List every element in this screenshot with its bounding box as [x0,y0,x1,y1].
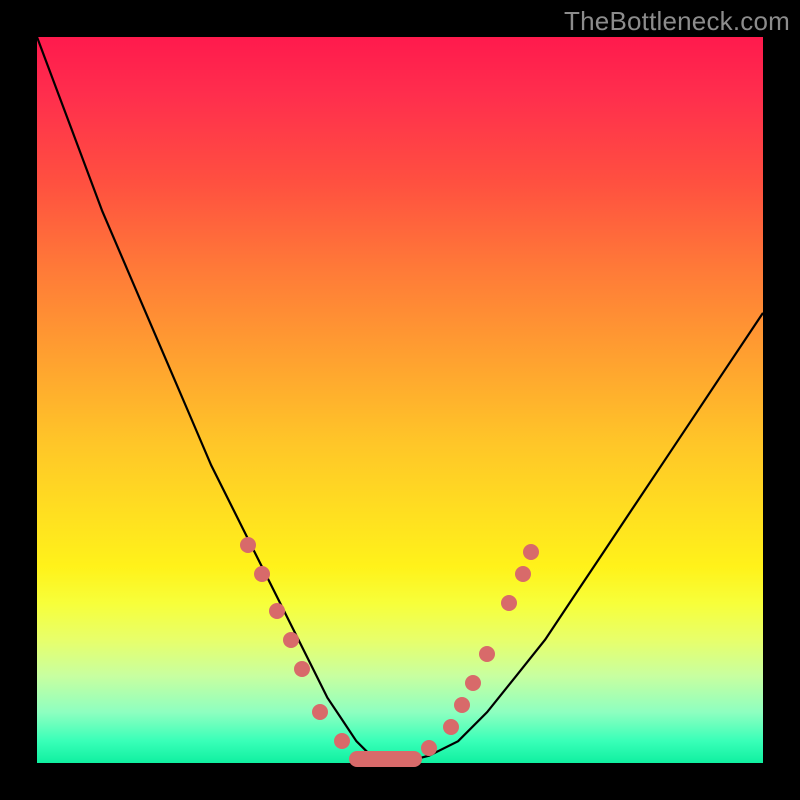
highlight-dot [283,632,299,648]
bottleneck-curve [37,37,763,763]
highlight-dot [269,603,285,619]
highlight-dot [465,675,481,691]
highlight-dot [501,595,517,611]
highlight-dot [454,697,470,713]
highlight-dot [443,719,459,735]
highlight-dot [523,544,539,560]
highlight-dot [254,566,270,582]
highlight-dot [421,740,437,756]
watermark-text: TheBottleneck.com [564,6,790,37]
plot-area [37,37,763,763]
chart-frame: TheBottleneck.com [0,0,800,800]
highlight-dot [312,704,328,720]
highlight-dot [479,646,495,662]
highlight-dot [334,733,350,749]
highlight-dot [240,537,256,553]
highlight-dot [515,566,531,582]
highlight-segment [349,751,422,767]
highlight-dot [294,661,310,677]
